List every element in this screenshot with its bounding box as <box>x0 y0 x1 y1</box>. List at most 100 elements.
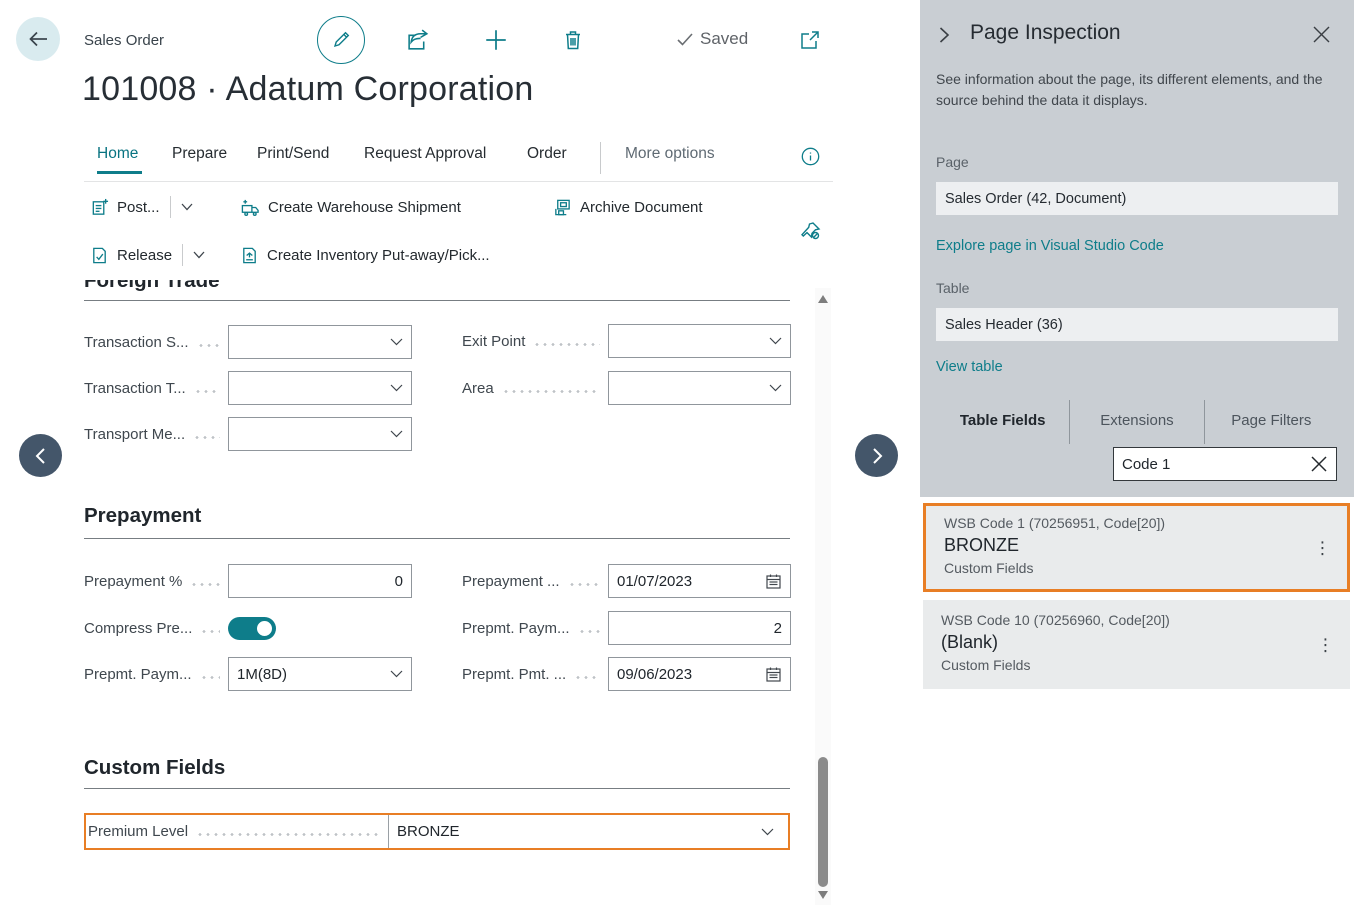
prepmt-pmt-discount-date-input[interactable]: 09/06/2023 <box>608 657 791 691</box>
archive-document-button[interactable]: Archive Document <box>553 194 703 220</box>
clear-search-button[interactable] <box>1310 455 1328 473</box>
create-inventory-putaway-label: Create Inventory Put-away/Pick... <box>267 247 490 264</box>
field-compress-prepayment: Compress Pre... <box>84 611 276 645</box>
transaction-type-dropdown[interactable] <box>228 371 412 405</box>
new-document-button[interactable] <box>483 27 509 53</box>
prepmt-payment-discount-input[interactable]: 2 <box>608 611 791 645</box>
field-label: Transport Me... <box>84 426 185 443</box>
page-title: 101008 · Adatum Corporation <box>82 70 533 109</box>
tab-order[interactable]: Order <box>527 145 567 163</box>
premium-level-dropdown[interactable]: BRONZE <box>389 815 788 848</box>
chevron-down-icon[interactable] <box>390 430 403 438</box>
ellipsis-menu-icon[interactable]: ⋮ <box>1314 539 1331 556</box>
field-label: Compress Pre... <box>84 620 192 637</box>
tab-extensions[interactable]: Extensions <box>1070 402 1203 438</box>
dotted-leader <box>533 343 600 346</box>
section-rule <box>84 538 790 539</box>
chevron-down-icon[interactable] <box>181 203 193 211</box>
post-button[interactable]: Post... <box>90 194 193 220</box>
premium-level-field[interactable]: Premium Level BRONZE <box>84 813 790 850</box>
close-panel-button[interactable] <box>1312 25 1331 44</box>
back-arrow-icon <box>26 27 50 51</box>
clear-icon <box>1310 455 1328 473</box>
scrollbar-thumb[interactable] <box>818 757 828 887</box>
page-value-text: Sales Order (42, Document) <box>945 191 1126 207</box>
dotted-leader <box>502 390 600 393</box>
open-in-new-window-button[interactable] <box>797 27 823 53</box>
previous-record-button[interactable] <box>19 434 62 477</box>
create-warehouse-shipment-label: Create Warehouse Shipment <box>268 199 461 216</box>
tab-prepare[interactable]: Prepare <box>172 145 227 163</box>
ellipsis-menu-icon[interactable]: ⋮ <box>1317 636 1334 653</box>
create-warehouse-shipment-button[interactable]: Create Warehouse Shipment <box>240 194 461 220</box>
page-field-label: Page <box>936 154 969 170</box>
release-label: Release <box>117 247 172 264</box>
field-result-card[interactable]: WSB Code 10 (70256960, Code[20]) (Blank)… <box>923 600 1350 689</box>
tab-table-fields[interactable]: Table Fields <box>936 402 1069 438</box>
tab-print-send[interactable]: Print/Send <box>257 145 329 163</box>
pencil-icon <box>330 29 352 51</box>
field-prepmt-pmt-discount-date: Prepmt. Pmt. ... 09/06/2023 <box>462 657 791 691</box>
collapse-panel-button[interactable] <box>935 26 953 44</box>
area-dropdown[interactable] <box>608 371 791 405</box>
field-search-input[interactable] <box>1122 456 1310 473</box>
transport-method-dropdown[interactable] <box>228 417 412 451</box>
scroll-down-arrow[interactable] <box>817 890 829 900</box>
field-search-box[interactable] <box>1113 447 1337 481</box>
field-result-card[interactable]: WSB Code 1 (70256951, Code[20]) BRONZE C… <box>923 503 1350 592</box>
release-icon <box>90 246 109 265</box>
field-transaction-specification: Transaction S... <box>84 325 412 359</box>
chevron-down-icon[interactable] <box>769 337 782 345</box>
chevron-down-icon[interactable] <box>390 338 403 346</box>
scroll-up-arrow[interactable] <box>817 294 829 304</box>
inventory-putaway-icon <box>240 246 259 265</box>
field-label: Premium Level <box>88 823 188 840</box>
field-technical-name: WSB Code 1 (70256951, Code[20]) <box>944 515 1307 531</box>
form-scroll-area: Foreign Trade Transaction S... Transacti… <box>0 280 834 905</box>
calendar-icon[interactable] <box>765 666 782 683</box>
chevron-down-icon[interactable] <box>390 384 403 392</box>
field-technical-name: WSB Code 10 (70256960, Code[20]) <box>941 612 1310 628</box>
compress-prepayment-toggle[interactable] <box>228 617 276 640</box>
field-current-value: (Blank) <box>941 632 1310 653</box>
explore-page-link[interactable]: Explore page in Visual Studio Code <box>936 238 1164 254</box>
tab-request-approval[interactable]: Request Approval <box>364 145 486 163</box>
toggle-knob <box>257 621 272 636</box>
unpin-button[interactable] <box>799 219 823 243</box>
field-transaction-type: Transaction T... <box>84 371 412 405</box>
create-inventory-putaway-button[interactable]: Create Inventory Put-away/Pick... <box>240 242 490 268</box>
calendar-icon[interactable] <box>765 573 782 590</box>
transaction-specification-dropdown[interactable] <box>228 325 412 359</box>
more-options-button[interactable]: More options <box>625 145 715 163</box>
chevron-down-icon[interactable] <box>390 670 403 678</box>
dotted-leader <box>200 676 220 679</box>
dotted-leader <box>194 390 220 393</box>
delete-button[interactable] <box>560 27 586 53</box>
next-record-button[interactable] <box>855 434 898 477</box>
page-caption: Sales Order <box>84 32 164 49</box>
warehouse-shipment-icon <box>240 198 260 217</box>
section-title-foreign-trade: Foreign Trade <box>84 280 220 293</box>
field-transport-method: Transport Me... <box>84 417 412 451</box>
view-table-link[interactable]: View table <box>936 359 1003 375</box>
back-button[interactable] <box>16 17 60 61</box>
split-divider <box>182 244 183 266</box>
info-button[interactable] <box>801 147 820 166</box>
prepayment-due-date-input[interactable]: 01/07/2023 <box>608 564 791 598</box>
edit-button[interactable] <box>317 16 365 64</box>
chevron-down-icon[interactable] <box>193 251 205 259</box>
field-label: Area <box>462 380 494 397</box>
tab-home[interactable]: Home <box>97 145 138 163</box>
release-button[interactable]: Release <box>90 242 205 268</box>
post-icon <box>90 198 109 217</box>
tab-page-filters[interactable]: Page Filters <box>1205 402 1338 438</box>
prepayment-pct-input[interactable]: 0 <box>228 564 412 598</box>
chevron-down-icon[interactable] <box>769 384 782 392</box>
exit-point-dropdown[interactable] <box>608 324 791 358</box>
field-label: Transaction T... <box>84 380 186 397</box>
chevron-down-icon[interactable] <box>761 828 774 836</box>
main-scrollbar[interactable] <box>815 288 831 905</box>
share-button[interactable] <box>405 27 431 53</box>
archive-document-label: Archive Document <box>580 199 703 216</box>
prepmt-payment-terms-dropdown[interactable]: 1M(8D) <box>228 657 412 691</box>
